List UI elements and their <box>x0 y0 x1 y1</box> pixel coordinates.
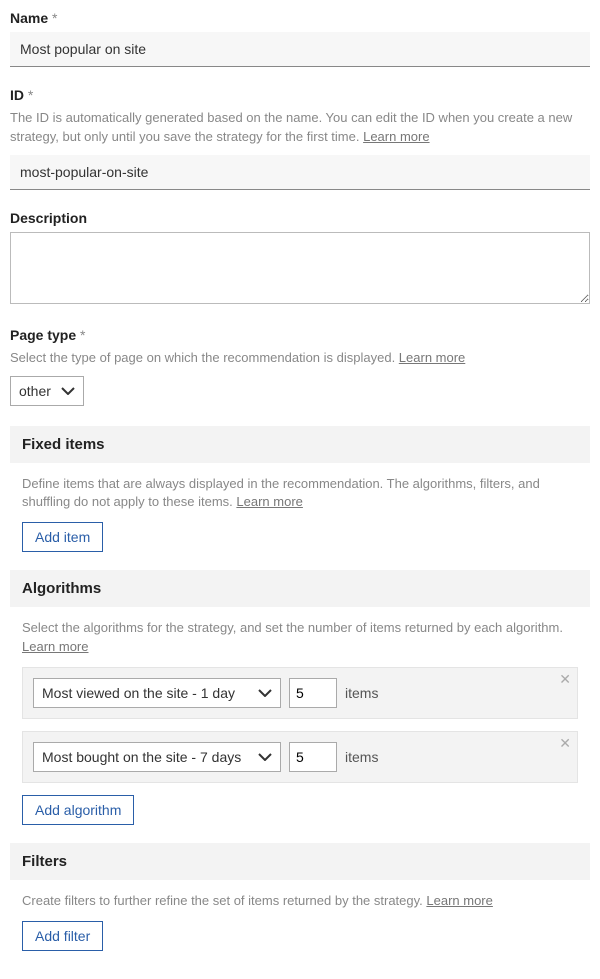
page-type-select[interactable]: other <box>10 376 84 406</box>
filters-helper-text: Create filters to further refine the set… <box>22 893 426 908</box>
add-algorithm-button[interactable]: Add algorithm <box>22 795 134 825</box>
description-textarea[interactable] <box>10 232 590 304</box>
algorithm-count-input[interactable] <box>289 742 337 772</box>
algorithms-header: Algorithms <box>10 570 590 607</box>
algorithm-row: Most viewed on the site - 1 day items ✕ <box>22 667 578 719</box>
fixed-items-learn-more-link[interactable]: Learn more <box>236 494 302 509</box>
algorithm-items-label: items <box>345 749 378 765</box>
description-label: Description <box>10 210 590 226</box>
algorithm-select[interactable]: Most bought on the site - 7 days <box>33 742 281 772</box>
id-input[interactable] <box>10 155 590 190</box>
remove-algorithm-button[interactable]: ✕ <box>559 736 571 750</box>
algorithm-select[interactable]: Most viewed on the site - 1 day <box>33 678 281 708</box>
filters-helper: Create filters to further refine the set… <box>22 892 578 911</box>
algorithm-items-label: items <box>345 685 378 701</box>
algorithm-count-input[interactable] <box>289 678 337 708</box>
page-type-learn-more-link[interactable]: Learn more <box>399 350 465 365</box>
page-type-label: Page type <box>10 327 590 343</box>
filters-learn-more-link[interactable]: Learn more <box>426 893 492 908</box>
algorithms-helper: Select the algorithms for the strategy, … <box>22 619 578 657</box>
remove-algorithm-button[interactable]: ✕ <box>559 672 571 686</box>
id-helper-text: The ID is automatically generated based … <box>10 110 572 144</box>
fixed-items-helper: Define items that are always displayed i… <box>22 475 578 513</box>
close-icon: ✕ <box>559 671 571 687</box>
chevron-down-icon <box>258 753 272 761</box>
algorithm-select-value: Most viewed on the site - 1 day <box>42 685 235 701</box>
add-filter-button[interactable]: Add filter <box>22 921 103 951</box>
name-input[interactable] <box>10 32 590 67</box>
filters-header: Filters <box>10 843 590 880</box>
fixed-items-header: Fixed items <box>10 426 590 463</box>
close-icon: ✕ <box>559 735 571 751</box>
algorithm-row: Most bought on the site - 7 days items ✕ <box>22 731 578 783</box>
name-label: Name <box>10 10 590 26</box>
algorithms-learn-more-link[interactable]: Learn more <box>22 639 88 654</box>
algorithm-select-value: Most bought on the site - 7 days <box>42 749 241 765</box>
id-label: ID <box>10 87 590 103</box>
id-learn-more-link[interactable]: Learn more <box>363 129 429 144</box>
add-item-button[interactable]: Add item <box>22 522 103 552</box>
id-helper: The ID is automatically generated based … <box>10 109 590 147</box>
chevron-down-icon <box>61 387 75 395</box>
page-type-helper-text: Select the type of page on which the rec… <box>10 350 399 365</box>
chevron-down-icon <box>258 689 272 697</box>
page-type-helper: Select the type of page on which the rec… <box>10 349 590 368</box>
page-type-select-value: other <box>19 383 51 399</box>
algorithms-helper-text: Select the algorithms for the strategy, … <box>22 620 563 635</box>
